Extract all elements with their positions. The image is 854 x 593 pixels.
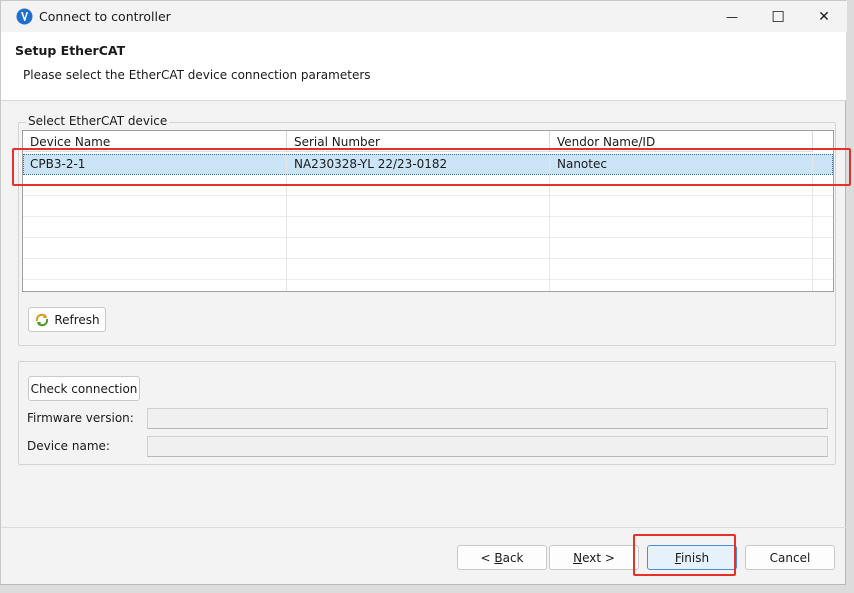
wizard-header: Setup EtherCAT Please select the EtherCA… bbox=[1, 32, 846, 101]
empty-table-row bbox=[23, 217, 833, 238]
check-connection-button[interactable]: Check connection bbox=[28, 376, 140, 401]
title-bar[interactable]: Connect to controller — ☐ ✕ bbox=[1, 1, 847, 32]
back-label: < Back bbox=[480, 550, 524, 565]
footer-divider bbox=[1, 527, 846, 528]
check-connection-label: Check connection bbox=[30, 381, 138, 396]
back-button[interactable]: < Back bbox=[457, 545, 547, 570]
device-name-label: Device name: bbox=[27, 439, 110, 453]
window-shadow-right bbox=[846, 0, 854, 593]
firmware-version-field bbox=[147, 408, 828, 429]
minimize-button[interactable]: — bbox=[709, 1, 755, 32]
refresh-label: Refresh bbox=[54, 312, 100, 327]
cancel-label: Cancel bbox=[769, 550, 811, 565]
page-title: Setup EtherCAT bbox=[15, 43, 126, 58]
highlight-box-finish bbox=[633, 534, 736, 576]
firmware-version-label: Firmware version: bbox=[27, 411, 134, 425]
empty-table-row bbox=[23, 259, 833, 280]
close-icon: ✕ bbox=[818, 8, 830, 25]
page-description: Please select the EtherCAT device connec… bbox=[23, 68, 371, 82]
highlight-box-device-row bbox=[12, 148, 851, 186]
maximize-icon: ☐ bbox=[771, 7, 785, 26]
empty-table-row bbox=[23, 280, 833, 291]
app-logo-icon bbox=[16, 8, 33, 25]
device-name-field bbox=[147, 436, 828, 457]
window-title: Connect to controller bbox=[39, 9, 171, 24]
dialog-window: Connect to controller — ☐ ✕ Setup EtherC… bbox=[0, 0, 847, 585]
maximize-button[interactable]: ☐ bbox=[755, 1, 801, 32]
close-button[interactable]: ✕ bbox=[801, 1, 847, 32]
next-button[interactable]: Next > bbox=[549, 545, 639, 570]
refresh-arrows-icon bbox=[36, 313, 49, 326]
empty-table-row bbox=[23, 196, 833, 217]
next-label: Next > bbox=[573, 550, 615, 565]
cancel-button[interactable]: Cancel bbox=[745, 545, 835, 570]
minimize-icon: — bbox=[726, 9, 738, 24]
window-shadow-bottom bbox=[0, 585, 854, 593]
refresh-button[interactable]: Refresh bbox=[28, 307, 106, 332]
device-group-label: Select EtherCAT device bbox=[26, 114, 170, 128]
empty-table-row bbox=[23, 238, 833, 259]
